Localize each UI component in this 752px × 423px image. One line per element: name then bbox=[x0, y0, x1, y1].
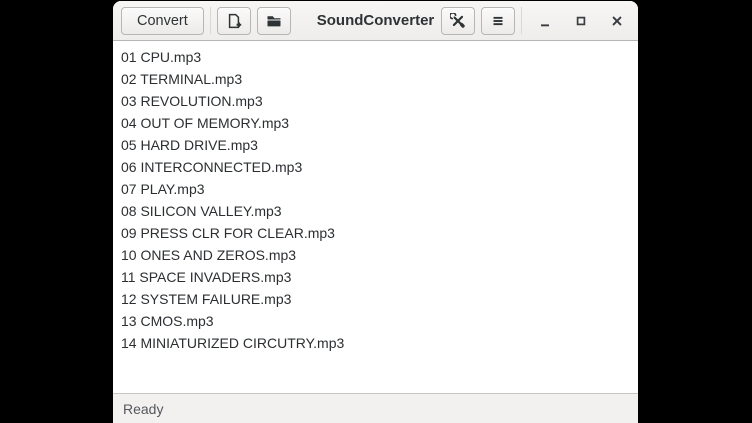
file-list-item[interactable]: 08 SILICON VALLEY.mp3 bbox=[121, 200, 634, 222]
file-list-item[interactable]: 01 CPU.mp3 bbox=[121, 46, 634, 68]
add-file-icon bbox=[226, 13, 242, 29]
file-list-item[interactable]: 11 SPACE INVADERS.mp3 bbox=[121, 266, 634, 288]
headerbar-separator-right bbox=[521, 7, 522, 34]
maximize-icon bbox=[573, 13, 589, 29]
file-list-item[interactable]: 13 CMOS.mp3 bbox=[121, 310, 634, 332]
menu-button[interactable] bbox=[481, 7, 515, 35]
file-list-item[interactable]: 07 PLAY.mp3 bbox=[121, 178, 634, 200]
file-list-item[interactable]: 04 OUT OF MEMORY.mp3 bbox=[121, 112, 634, 134]
crossed-tools-icon bbox=[450, 13, 466, 29]
add-folder-button[interactable] bbox=[257, 7, 291, 35]
convert-button[interactable]: Convert bbox=[121, 7, 204, 35]
headerbar-left-group: Convert bbox=[121, 7, 291, 35]
minimize-button[interactable] bbox=[532, 8, 558, 34]
file-list-item[interactable]: 05 HARD DRIVE.mp3 bbox=[121, 134, 634, 156]
file-list-item[interactable]: 09 PRESS CLR FOR CLEAR.mp3 bbox=[121, 222, 634, 244]
statusbar: Ready bbox=[113, 393, 638, 423]
file-list[interactable]: 01 CPU.mp302 TERMINAL.mp303 REVOLUTION.m… bbox=[113, 41, 638, 393]
add-folder-icon bbox=[266, 13, 282, 29]
hamburger-menu-icon bbox=[490, 13, 506, 29]
headerbar: SoundConverter Convert bbox=[113, 1, 638, 41]
add-file-button[interactable] bbox=[217, 7, 251, 35]
file-list-item[interactable]: 12 SYSTEM FAILURE.mp3 bbox=[121, 288, 634, 310]
close-button[interactable] bbox=[604, 8, 630, 34]
file-list-item[interactable]: 10 ONES AND ZEROS.mp3 bbox=[121, 244, 634, 266]
file-list-item[interactable]: 14 MINIATURIZED CIRCUTRY.mp3 bbox=[121, 332, 634, 354]
file-list-item[interactable]: 02 TERMINAL.mp3 bbox=[121, 68, 634, 90]
headerbar-right-group bbox=[441, 7, 630, 35]
soundconverter-window: SoundConverter Convert bbox=[113, 1, 638, 423]
file-list-item[interactable]: 06 INTERCONNECTED.mp3 bbox=[121, 156, 634, 178]
close-icon bbox=[609, 13, 625, 29]
minimize-icon bbox=[537, 13, 553, 29]
headerbar-separator-left bbox=[210, 7, 211, 34]
screen-backdrop: SoundConverter Convert bbox=[0, 0, 752, 423]
file-list-item[interactable]: 03 REVOLUTION.mp3 bbox=[121, 90, 634, 112]
preferences-button[interactable] bbox=[441, 7, 475, 35]
status-text: Ready bbox=[123, 401, 163, 417]
maximize-button[interactable] bbox=[568, 8, 594, 34]
